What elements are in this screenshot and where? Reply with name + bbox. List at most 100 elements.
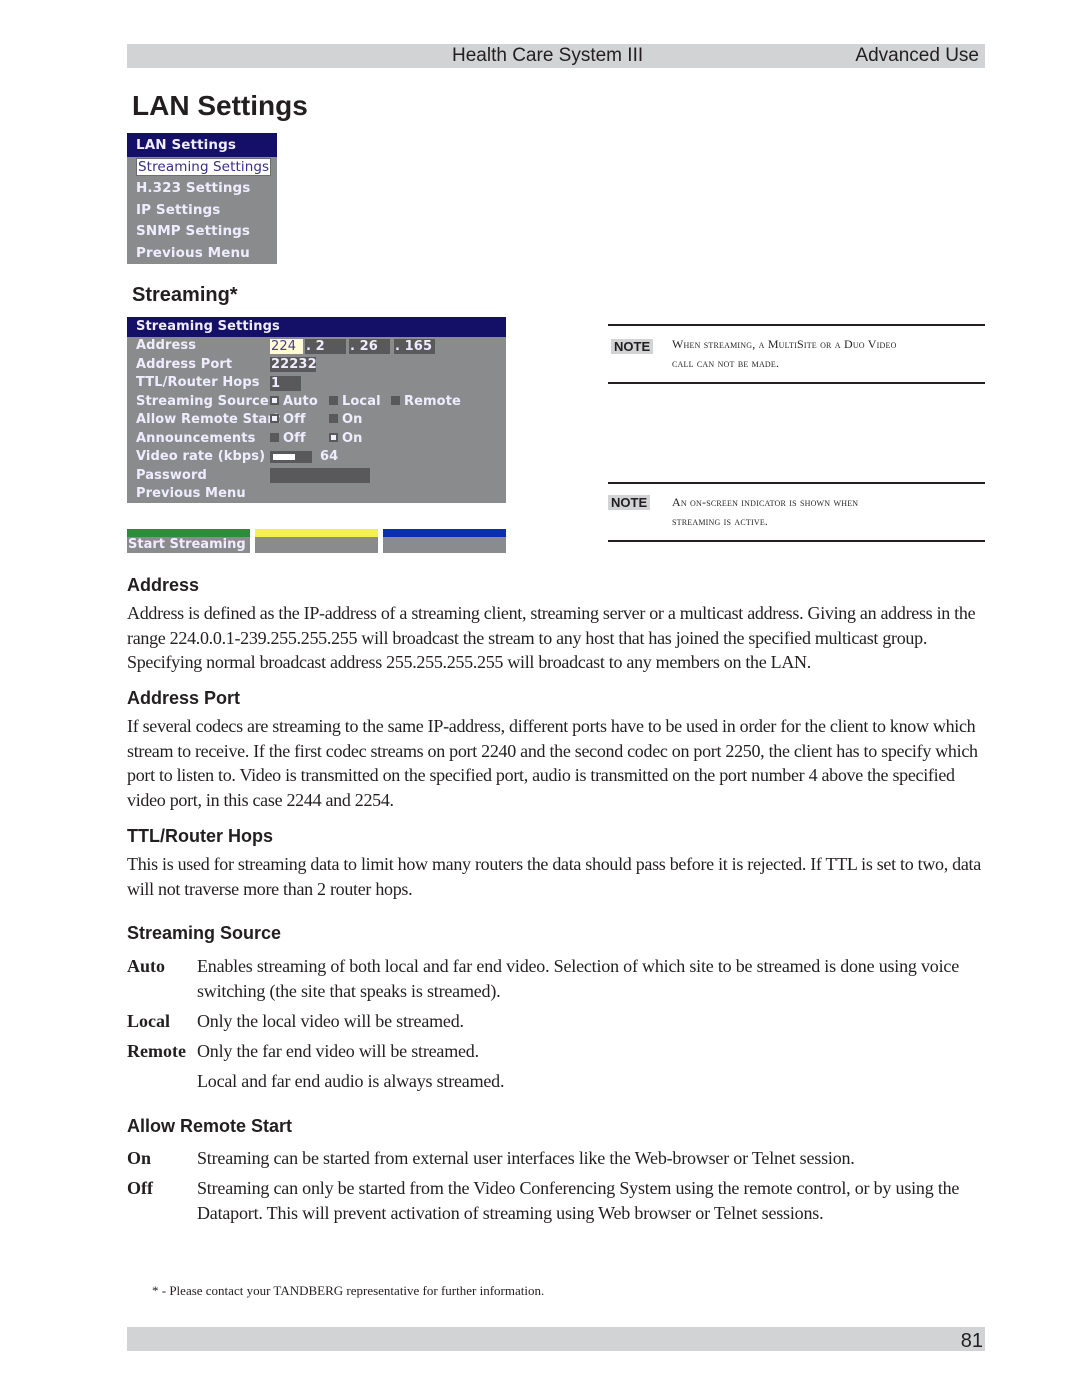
definition-desc: Streaming can be started from external u… bbox=[197, 1148, 855, 1168]
definition-desc: Only the local video will be streamed. bbox=[197, 1010, 464, 1031]
definition-local: Local Only the local video will be stream… bbox=[127, 1009, 989, 1034]
streaming-heading: Streaming* bbox=[132, 284, 238, 306]
definition-term: On bbox=[127, 1148, 152, 1168]
address-port-label: Address Port bbox=[136, 356, 233, 372]
option-label: Auto bbox=[283, 393, 318, 409]
note-text-line: An on-screen indicator is shown when bbox=[672, 495, 859, 509]
definition-audio-note: Local and far end audio is always stream… bbox=[127, 1069, 989, 1094]
footnote: * - Please contact your TANDBERG represe… bbox=[152, 1283, 545, 1298]
allow-remote-start-label: Allow Remote Start bbox=[136, 412, 281, 427]
allow-remote-start-list: On Streaming can be started from external… bbox=[127, 1146, 989, 1231]
streaming-menu-title: Streaming Settings bbox=[127, 317, 506, 337]
menu-item-snmp-settings[interactable]: SNMP Settings bbox=[127, 221, 277, 242]
note-text-line: call can not be made. bbox=[672, 356, 780, 370]
video-rate-value: 64 bbox=[320, 449, 339, 464]
remote-start-option-on[interactable]: On bbox=[329, 411, 363, 429]
video-rate-slider-fill bbox=[273, 454, 295, 460]
streaming-source-label: Streaming Source bbox=[136, 393, 269, 409]
radio-selected-icon bbox=[270, 414, 279, 423]
address-label: Address bbox=[136, 338, 197, 353]
note-indicator: NOTE An on-screen indicator is shown whe… bbox=[608, 482, 985, 542]
option-label: Remote bbox=[404, 393, 461, 409]
video-rate-label: Video rate (kbps) bbox=[136, 449, 266, 464]
address-port-field[interactable]: 22232 bbox=[270, 357, 317, 372]
radio-unselected-icon bbox=[329, 395, 338, 405]
header-section: Advanced Use bbox=[855, 45, 979, 66]
softkey-color-stripe bbox=[383, 529, 506, 537]
definition-on: On Streaming can be started from external… bbox=[127, 1146, 989, 1171]
definition-desc: Only the far end video will be streamed. bbox=[197, 1040, 479, 1061]
running-header: Health Care System III Advanced Use bbox=[127, 44, 985, 68]
ttl-label: TTL/Router Hops bbox=[136, 375, 260, 390]
option-label: On bbox=[342, 412, 363, 427]
option-label: Off bbox=[283, 412, 306, 427]
radio-unselected-icon bbox=[391, 395, 400, 405]
definition-off: Off Streaming can only be started from th… bbox=[127, 1176, 989, 1225]
video-rate-slider[interactable] bbox=[270, 451, 312, 463]
ttl-heading: TTL/Router Hops bbox=[127, 826, 273, 846]
streaming-source-heading: Streaming Source bbox=[127, 923, 282, 943]
streaming-settings-menu: Streaming Settings Address 224 . 2 . 26 … bbox=[127, 317, 506, 503]
announcements-option-off[interactable]: Off bbox=[270, 430, 306, 448]
softkey-color-stripe bbox=[127, 529, 250, 537]
option-label: On bbox=[342, 430, 363, 446]
definition-term: Off bbox=[127, 1178, 153, 1198]
note-text-line: streaming is active. bbox=[672, 514, 769, 528]
running-footer: 81 bbox=[127, 1327, 985, 1352]
definition-desc: Streaming can only be started from the V… bbox=[197, 1178, 960, 1223]
source-option-auto[interactable]: Auto bbox=[270, 393, 318, 411]
remote-start-option-off[interactable]: Off bbox=[270, 411, 306, 429]
address-paragraph: Address is defined as the IP-address of … bbox=[127, 603, 976, 672]
password-field[interactable] bbox=[270, 468, 370, 483]
radio-unselected-icon bbox=[329, 414, 338, 423]
definition-term: Local bbox=[127, 1010, 170, 1031]
ttl-paragraph: This is used for streaming data to limit… bbox=[127, 854, 981, 899]
definition-auto: Auto Enables streaming of both local and … bbox=[127, 954, 989, 1003]
streaming-source-list: Auto Enables streaming of both local and … bbox=[127, 954, 989, 1099]
softkey-yellow[interactable] bbox=[255, 529, 378, 553]
address-port-paragraph: If several codecs are streaming to the s… bbox=[127, 716, 978, 810]
address-octet-2[interactable]: . 2 bbox=[305, 339, 346, 354]
softkey-color-stripe bbox=[255, 529, 378, 537]
softkey-label bbox=[383, 537, 506, 553]
softkey-green[interactable]: Start Streaming bbox=[127, 529, 250, 553]
announcements-label: Announcements bbox=[136, 430, 256, 446]
address-octet-4[interactable]: . 165 bbox=[394, 339, 435, 354]
radio-selected-icon bbox=[329, 432, 338, 442]
menu-item-label: Streaming Settings bbox=[136, 158, 272, 176]
source-option-remote[interactable]: Remote bbox=[391, 393, 461, 411]
header-title: Health Care System III bbox=[452, 45, 644, 66]
lan-settings-menu: LAN Settings Streaming Settings H.323 Se… bbox=[127, 133, 277, 264]
allow-remote-start-heading: Allow Remote Start bbox=[127, 1116, 293, 1136]
address-port-heading: Address Port bbox=[127, 688, 241, 708]
definition-desc: Local and far end audio is always stream… bbox=[197, 1070, 505, 1091]
page-number: 81 bbox=[960, 1330, 983, 1352]
definition-term: Remote bbox=[127, 1040, 186, 1061]
note-multisite: NOTE When streaming, a MultiSite or a Du… bbox=[608, 324, 985, 384]
menu-item-h323-settings[interactable]: H.323 Settings bbox=[127, 178, 277, 199]
lan-menu-title: LAN Settings bbox=[127, 133, 277, 157]
address-heading: Address bbox=[127, 575, 200, 595]
option-label: Local bbox=[342, 393, 381, 409]
password-label: Password bbox=[136, 467, 207, 483]
note-text-line: When streaming, a MultiSite or a Duo Vid… bbox=[672, 337, 897, 351]
source-option-local[interactable]: Local bbox=[329, 393, 381, 411]
option-label: Off bbox=[283, 430, 306, 446]
note-badge: NOTE bbox=[608, 495, 651, 510]
definition-term: Auto bbox=[127, 956, 166, 976]
start-streaming-button-label: Start Streaming bbox=[128, 537, 246, 552]
menu-item-streaming-settings[interactable]: Streaming Settings bbox=[127, 157, 277, 178]
ttl-field[interactable]: 1 bbox=[270, 375, 301, 391]
previous-menu-item[interactable]: Previous Menu bbox=[136, 485, 246, 503]
address-octet-3[interactable]: . 26 bbox=[349, 339, 390, 354]
menu-item-ip-settings[interactable]: IP Settings bbox=[127, 200, 277, 221]
announcements-option-on[interactable]: On bbox=[329, 430, 363, 448]
note-badge: NOTE bbox=[611, 339, 654, 354]
radio-unselected-icon bbox=[270, 432, 279, 442]
address-octet-1[interactable]: 224 bbox=[270, 339, 303, 354]
definition-remote: Remote Only the far end video will be str… bbox=[127, 1039, 989, 1064]
softkey-blue[interactable] bbox=[383, 529, 506, 553]
radio-selected-icon bbox=[270, 395, 279, 405]
menu-item-previous-menu[interactable]: Previous Menu bbox=[127, 243, 277, 264]
page-title: LAN Settings bbox=[132, 90, 308, 121]
